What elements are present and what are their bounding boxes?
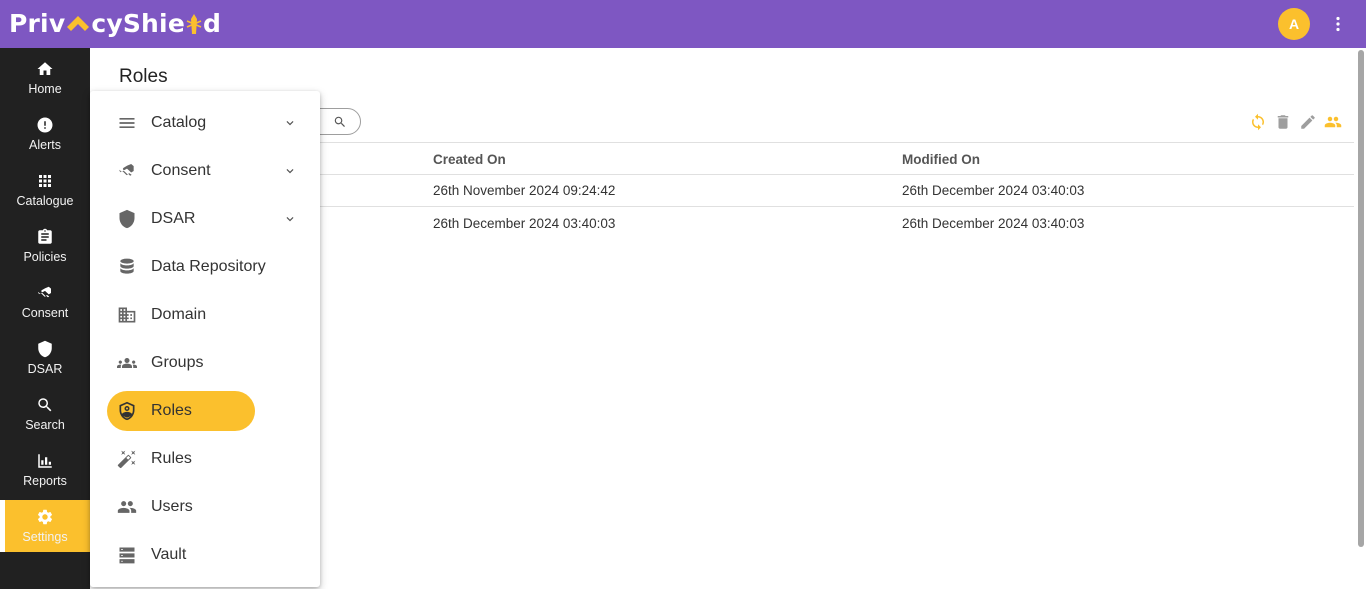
handshake-icon	[119, 164, 134, 176]
menu-item-domain[interactable]: Domain	[107, 295, 255, 335]
rail-item-reports[interactable]: Reports	[0, 444, 90, 496]
column-header-modified-on[interactable]: Modified On	[902, 152, 980, 167]
settings-menu: Catalog Consent DSAR Data Repository Dom…	[90, 91, 320, 587]
menu-item-label: Consent	[151, 162, 211, 179]
rail-item-label: Reports	[23, 474, 67, 488]
gear-icon	[37, 509, 53, 525]
menu-item-label: Roles	[151, 402, 192, 419]
handshake-icon	[38, 286, 51, 298]
rail-item-search[interactable]: Search	[0, 388, 90, 440]
menu-item-label: Users	[151, 498, 193, 515]
cell-modified-on: 26th December 2024 03:40:03	[902, 216, 1085, 231]
page-title: Roles	[119, 66, 168, 87]
search-icon	[334, 116, 345, 127]
menu-item-consent[interactable]: Consent	[107, 151, 255, 191]
rail-item-label: Catalogue	[16, 194, 74, 208]
groups-icon	[117, 358, 137, 368]
table-top-divider	[320, 142, 1354, 143]
rail-item-consent[interactable]: Consent	[0, 276, 90, 328]
column-header-created-on[interactable]: Created On	[433, 152, 506, 167]
table-row-divider	[320, 206, 1354, 207]
cell-created-on: 26th December 2024 03:40:03	[433, 216, 616, 231]
menu-item-label: Rules	[151, 450, 192, 467]
rail-item-label: Consent	[21, 306, 69, 320]
app-logo[interactable]: Priv cyShie d	[9, 9, 221, 39]
menu-item-label: Groups	[151, 354, 204, 371]
more-vert-icon[interactable]	[1328, 14, 1348, 34]
menu-item-vault[interactable]: Vault	[107, 535, 255, 575]
menu-item-roles[interactable]: Roles	[107, 391, 255, 431]
menu-item-label: DSAR	[151, 210, 196, 227]
vault-icon	[119, 547, 135, 564]
admin-shield-icon	[119, 401, 135, 421]
delete-icon[interactable]	[1274, 113, 1292, 131]
logo-shield-icon	[67, 16, 90, 31]
rail-item-home[interactable]: Home	[0, 52, 90, 104]
clipboard-icon	[38, 228, 52, 244]
manage-users-icon[interactable]	[1323, 113, 1343, 131]
menu-item-label: Data Repository	[151, 258, 266, 275]
chevron-down-icon[interactable]	[283, 116, 297, 130]
rail-item-settings[interactable]: Settings	[5, 500, 90, 552]
database-icon	[120, 258, 134, 274]
menu-item-rules[interactable]: Rules	[107, 439, 255, 479]
home-icon	[37, 62, 53, 75]
menu-item-catalog[interactable]: Catalog	[107, 103, 255, 143]
edit-icon[interactable]	[1299, 113, 1317, 131]
rail-item-alerts[interactable]: Alerts	[0, 108, 90, 160]
rules-icon	[117, 450, 136, 469]
chevron-down-icon[interactable]	[283, 164, 297, 178]
menu-item-groups[interactable]: Groups	[107, 343, 255, 383]
user-avatar[interactable]: A	[1278, 8, 1310, 40]
rail-item-dsar[interactable]: DSAR	[0, 332, 90, 384]
menu-item-dsar[interactable]: DSAR	[107, 199, 255, 239]
chevron-down-icon[interactable]	[283, 212, 297, 226]
avatar-initial: A	[1288, 16, 1300, 32]
grid-icon	[39, 175, 51, 187]
search-icon	[38, 398, 52, 412]
rail-item-label: Home	[28, 82, 62, 96]
vertical-scrollbar[interactable]	[1358, 50, 1364, 547]
menu-item-data-repository[interactable]: Data Repository	[107, 247, 266, 287]
shield-icon	[119, 209, 135, 229]
building-icon	[118, 307, 136, 323]
top-app-bar: Priv cyShie d A	[0, 0, 1366, 48]
shield-icon	[38, 340, 52, 358]
menu-item-users[interactable]: Users	[107, 487, 255, 527]
rail-item-label: Settings	[22, 530, 68, 544]
bar-chart-icon	[38, 454, 52, 468]
menu-item-label: Domain	[151, 306, 207, 323]
rail-item-label: Policies	[23, 250, 67, 264]
rail-item-label: Search	[25, 418, 65, 432]
rail-item-catalogue[interactable]: Catalogue	[0, 164, 90, 216]
cell-modified-on: 26th December 2024 03:40:03	[902, 183, 1085, 198]
table-header-divider	[320, 174, 1354, 175]
list-icon	[119, 118, 135, 128]
refresh-icon[interactable]	[1249, 113, 1267, 131]
alert-icon	[37, 117, 53, 133]
nav-rail: Home Alerts Catalogue Policies Consent D…	[0, 48, 90, 589]
cell-created-on: 26th November 2024 09:24:42	[433, 183, 616, 198]
rail-item-label: Alerts	[29, 138, 61, 152]
menu-item-label: Catalog	[151, 114, 207, 131]
menu-item-label: Vault	[151, 546, 187, 563]
rail-item-label: DSAR	[27, 362, 63, 376]
users-icon	[117, 501, 137, 513]
logo-lighthouse-icon	[186, 14, 202, 34]
rail-item-policies[interactable]: Policies	[0, 220, 90, 272]
